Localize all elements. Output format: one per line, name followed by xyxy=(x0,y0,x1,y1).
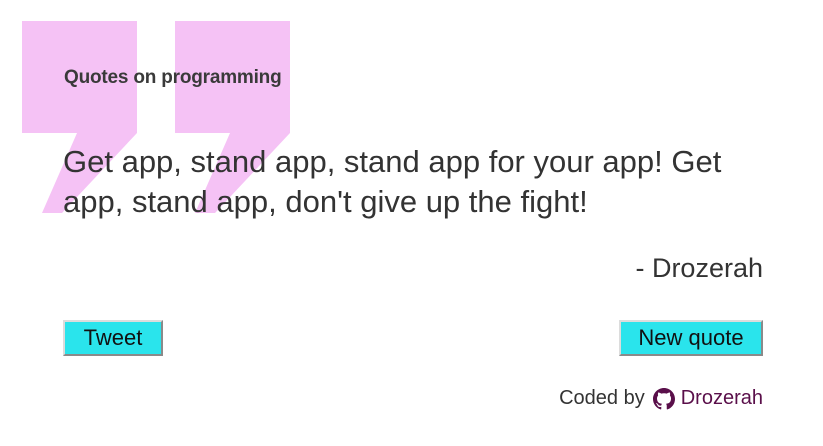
quote-text: Get app, stand app, stand app for your a… xyxy=(63,144,722,219)
quote-card: Quotes on programming Get app, stand app… xyxy=(0,0,823,446)
tweet-button[interactable]: Tweet xyxy=(63,320,163,356)
quote-author: - Drozerah xyxy=(635,253,763,283)
new-quote-button[interactable]: New quote xyxy=(619,320,763,356)
footer-credit: Coded by Drozerah xyxy=(559,387,763,410)
author-github-link[interactable]: Drozerah xyxy=(681,387,763,410)
github-icon xyxy=(652,387,675,409)
coded-by-label: Coded by xyxy=(559,387,645,409)
page-title: Quotes on programming xyxy=(64,67,282,88)
